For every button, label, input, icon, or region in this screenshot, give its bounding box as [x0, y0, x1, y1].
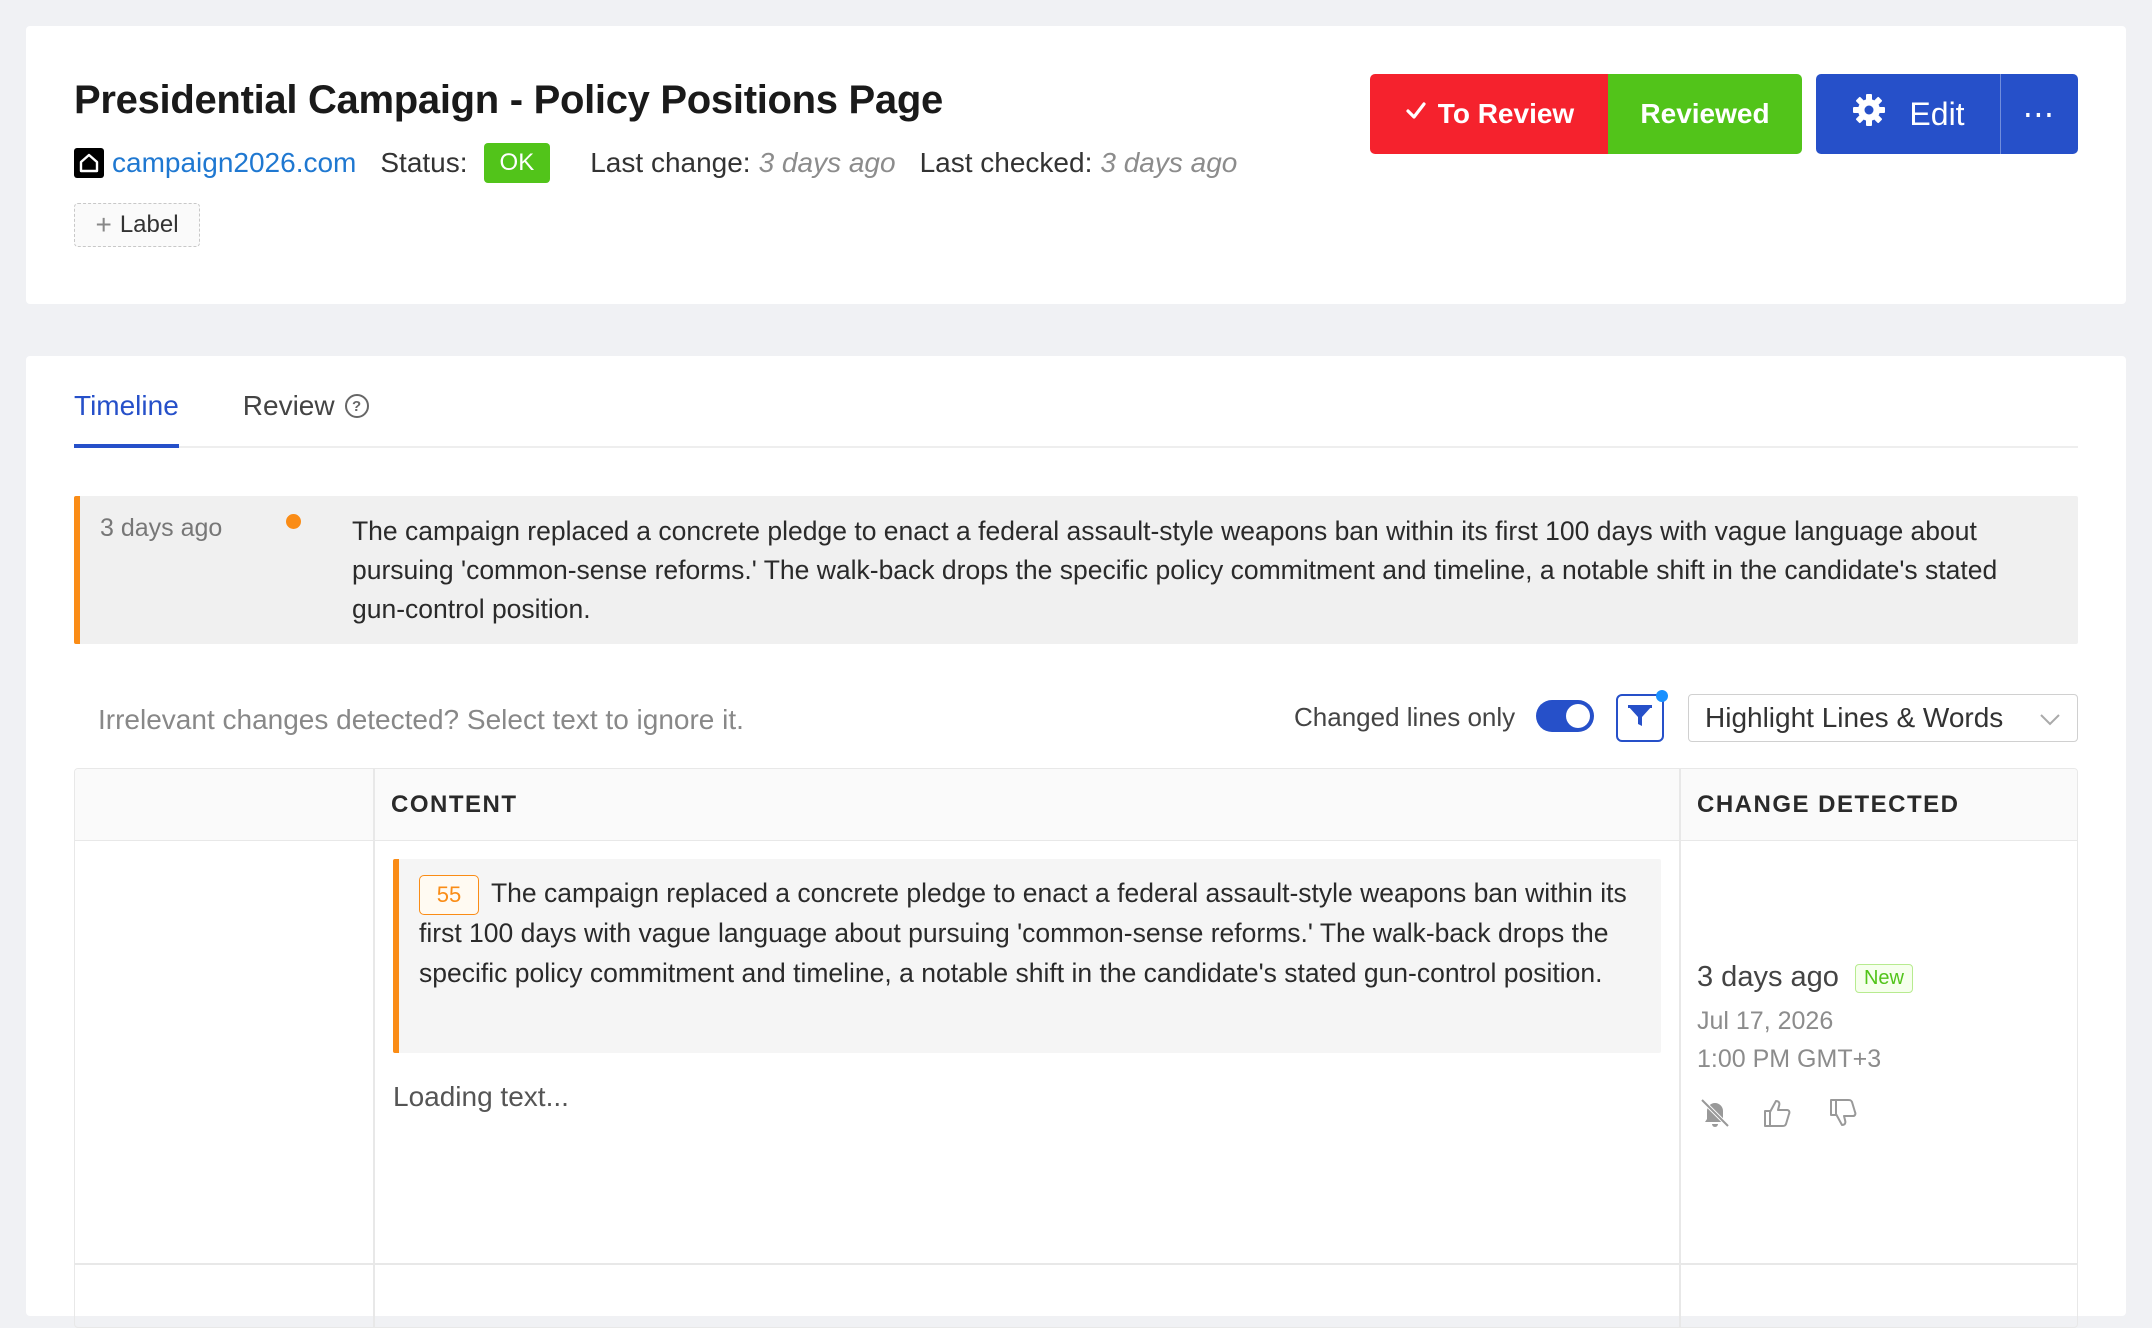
last-checked-label: Last checked:: [919, 147, 1093, 178]
diff-table: CONTENT CHANGE DETECTED 55 The campaign …: [74, 768, 2078, 1328]
row-divider: [75, 1263, 2077, 1265]
filter-active-dot: [1656, 690, 1668, 702]
thumbs-down-icon[interactable]: [1825, 1095, 1861, 1131]
tab-timeline[interactable]: Timeline: [74, 354, 179, 448]
thumbs-up-icon[interactable]: [1759, 1095, 1795, 1131]
table-header: CONTENT CHANGE DETECTED: [75, 769, 2077, 841]
edit-label: Edit: [1909, 95, 1965, 132]
check-icon: [1404, 98, 1428, 130]
column-header-content: CONTENT: [391, 791, 518, 818]
tab-timeline-label: Timeline: [74, 390, 179, 421]
summary-text: The campaign replaced a concrete pledge …: [352, 516, 1998, 624]
plus-icon: +: [95, 209, 112, 240]
change-time: 3 days ago New: [1697, 961, 1913, 994]
filter-button[interactable]: [1616, 690, 1668, 742]
chevron-down-icon: [2039, 702, 2061, 734]
add-label-text: Label: [119, 211, 179, 238]
home-icon: [74, 148, 104, 178]
column-divider: [1679, 769, 1681, 1327]
page-title: Presidential Campaign - Policy Positions…: [74, 78, 943, 122]
status-label: Status:: [380, 147, 468, 178]
edit-group: Edit ⋯: [1816, 74, 2078, 154]
tab-review[interactable]: Review ?: [243, 354, 369, 446]
last-change-label: Last change:: [590, 147, 751, 178]
column-header-change: CHANGE DETECTED: [1697, 791, 1960, 818]
change-time-text: 3 days ago: [1697, 961, 1839, 993]
site-link[interactable]: campaign2026.com: [112, 147, 356, 179]
add-label-button[interactable]: + Label: [74, 203, 200, 247]
ignore-hint: Irrelevant changes detected? Select text…: [98, 704, 744, 735]
changed-lines-label: Changed lines only: [1294, 702, 1516, 732]
new-badge: New: [1854, 963, 1913, 993]
page-header: Presidential Campaign - Policy Positions…: [26, 26, 2126, 304]
tab-bar: Timeline Review ?: [74, 356, 2078, 448]
reviewed-button[interactable]: Reviewed: [1608, 74, 1802, 154]
more-options-button[interactable]: ⋯: [2000, 74, 2078, 154]
changed-lines-toggle[interactable]: [1536, 700, 1594, 732]
changed-line: 55 The campaign replaced a concrete pled…: [393, 859, 1661, 1053]
change-clock: 1:00 PM GMT+3: [1697, 1045, 1882, 1073]
highlight-mode-value: Highlight Lines & Words: [1705, 702, 2004, 733]
reviewed-label: Reviewed: [1640, 98, 1770, 129]
column-divider: [373, 769, 375, 1327]
changed-line-text: The campaign replaced a concrete pledge …: [419, 878, 1627, 988]
change-summary: 3 days ago The campaign replaced a concr…: [74, 496, 2078, 644]
filter-icon: [1626, 703, 1654, 734]
highlight-mode-select[interactable]: Highlight Lines & Words: [1688, 694, 2078, 742]
mute-notification-icon[interactable]: [1697, 1095, 1733, 1131]
help-icon[interactable]: ?: [344, 394, 369, 418]
main-panel: Timeline Review ? 3 days ago The campaig…: [26, 356, 2126, 1328]
unread-dot-icon: [286, 514, 301, 529]
last-change-value: 3 days ago: [758, 147, 896, 178]
tab-review-label: Review: [242, 390, 335, 421]
review-status-group: To Review Reviewed: [1370, 74, 1802, 154]
to-review-label: To Review: [1437, 98, 1575, 129]
status-badge: OK: [483, 143, 551, 183]
to-review-button[interactable]: To Review: [1370, 74, 1608, 154]
loading-text: Loading text...: [393, 1081, 569, 1112]
last-checked-value: 3 days ago: [1100, 147, 1238, 178]
meta-row: campaign2026.com Status: OK Last change:…: [74, 138, 1261, 188]
gear-icon: [1851, 92, 1887, 136]
change-date: Jul 17, 2026: [1697, 1007, 1834, 1035]
summary-time: 3 days ago: [100, 514, 223, 542]
edit-button[interactable]: Edit: [1816, 74, 2000, 154]
